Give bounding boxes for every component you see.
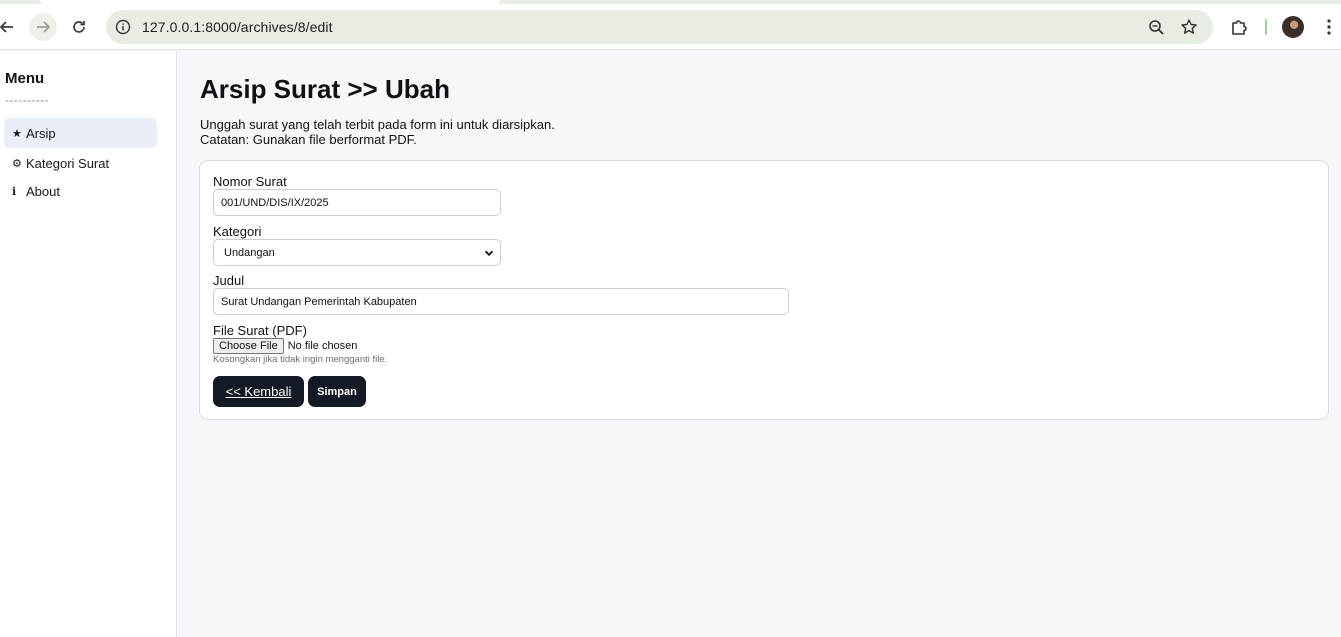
kategori-label: Kategori	[213, 224, 262, 239]
page-description: Unggah surat yang telah terbit pada form…	[200, 117, 555, 132]
file-surat-label: File Surat (PDF)	[213, 323, 307, 338]
zoom-icon[interactable]	[1148, 19, 1165, 36]
browser-toolbar: 127.0.0.1:8000/archives/8/edit	[0, 4, 1341, 50]
bookmark-star-icon[interactable]	[1180, 18, 1198, 36]
nomor-surat-label: Nomor Surat	[213, 174, 287, 189]
back-arrow-icon[interactable]	[0, 13, 21, 41]
kategori-select[interactable]: Undangan	[213, 239, 501, 266]
address-bar[interactable]: 127.0.0.1:8000/archives/8/edit	[106, 10, 1213, 44]
gear-icon: ⚙	[12, 157, 22, 170]
reload-icon[interactable]	[65, 13, 93, 41]
file-status-text: No file chosen	[287, 340, 358, 352]
sidebar-item-label: Kategori Surat	[26, 155, 110, 171]
judul-label: Judul	[213, 273, 245, 288]
edit-form-card: Nomor Surat 001/UND/DIS/IX/2025 Kategori…	[199, 160, 1329, 420]
info-icon: ℹ	[12, 185, 17, 198]
choose-file-button[interactable]: Choose File	[213, 338, 284, 354]
url-text[interactable]: 127.0.0.1:8000/archives/8/edit	[142, 19, 333, 35]
sidebar-item-label: About	[26, 183, 60, 199]
sidebar-item-arsip[interactable]: ★ Arsip	[4, 118, 157, 148]
forward-arrow-icon[interactable]	[29, 13, 57, 41]
menu-divider: ----------	[5, 93, 49, 107]
back-button[interactable]: << Kembali	[213, 376, 304, 407]
page-title: Arsip Surat >> Ubah	[200, 74, 450, 104]
save-button[interactable]: Simpan	[308, 376, 366, 407]
sidebar-item-kategori-surat[interactable]: ⚙ Kategori Surat	[4, 148, 157, 178]
file-hint: Kosongkan jika tidak ingin mengganti fil…	[213, 354, 388, 365]
star-icon: ★	[12, 127, 22, 140]
extensions-puzzle-icon[interactable]	[1229, 17, 1249, 37]
main-content: Arsip Surat >> Ubah Unggah surat yang te…	[177, 51, 1341, 637]
nomor-surat-input[interactable]: 001/UND/DIS/IX/2025	[213, 189, 501, 216]
judul-input[interactable]: Surat Undangan Pemerintah Kabupaten	[213, 288, 789, 315]
file-input: Choose File No file chosen	[213, 338, 357, 354]
more-vertical-icon[interactable]	[1322, 17, 1336, 37]
sidebar-item-label: Arsip	[26, 125, 56, 141]
profile-avatar[interactable]	[1282, 16, 1304, 38]
kategori-selected-value: Undangan	[224, 246, 275, 259]
page-note: Catatan: Gunakan file berformat PDF.	[200, 132, 417, 147]
menu-title: Menu	[5, 70, 45, 87]
toolbar-separator	[1265, 19, 1267, 35]
sidebar: Menu ---------- ★ Arsip ⚙ Kategori Surat…	[0, 51, 177, 637]
sidebar-item-about[interactable]: ℹ About	[4, 176, 157, 206]
site-info-icon[interactable]	[115, 19, 131, 35]
chevron-down-icon	[484, 248, 494, 258]
